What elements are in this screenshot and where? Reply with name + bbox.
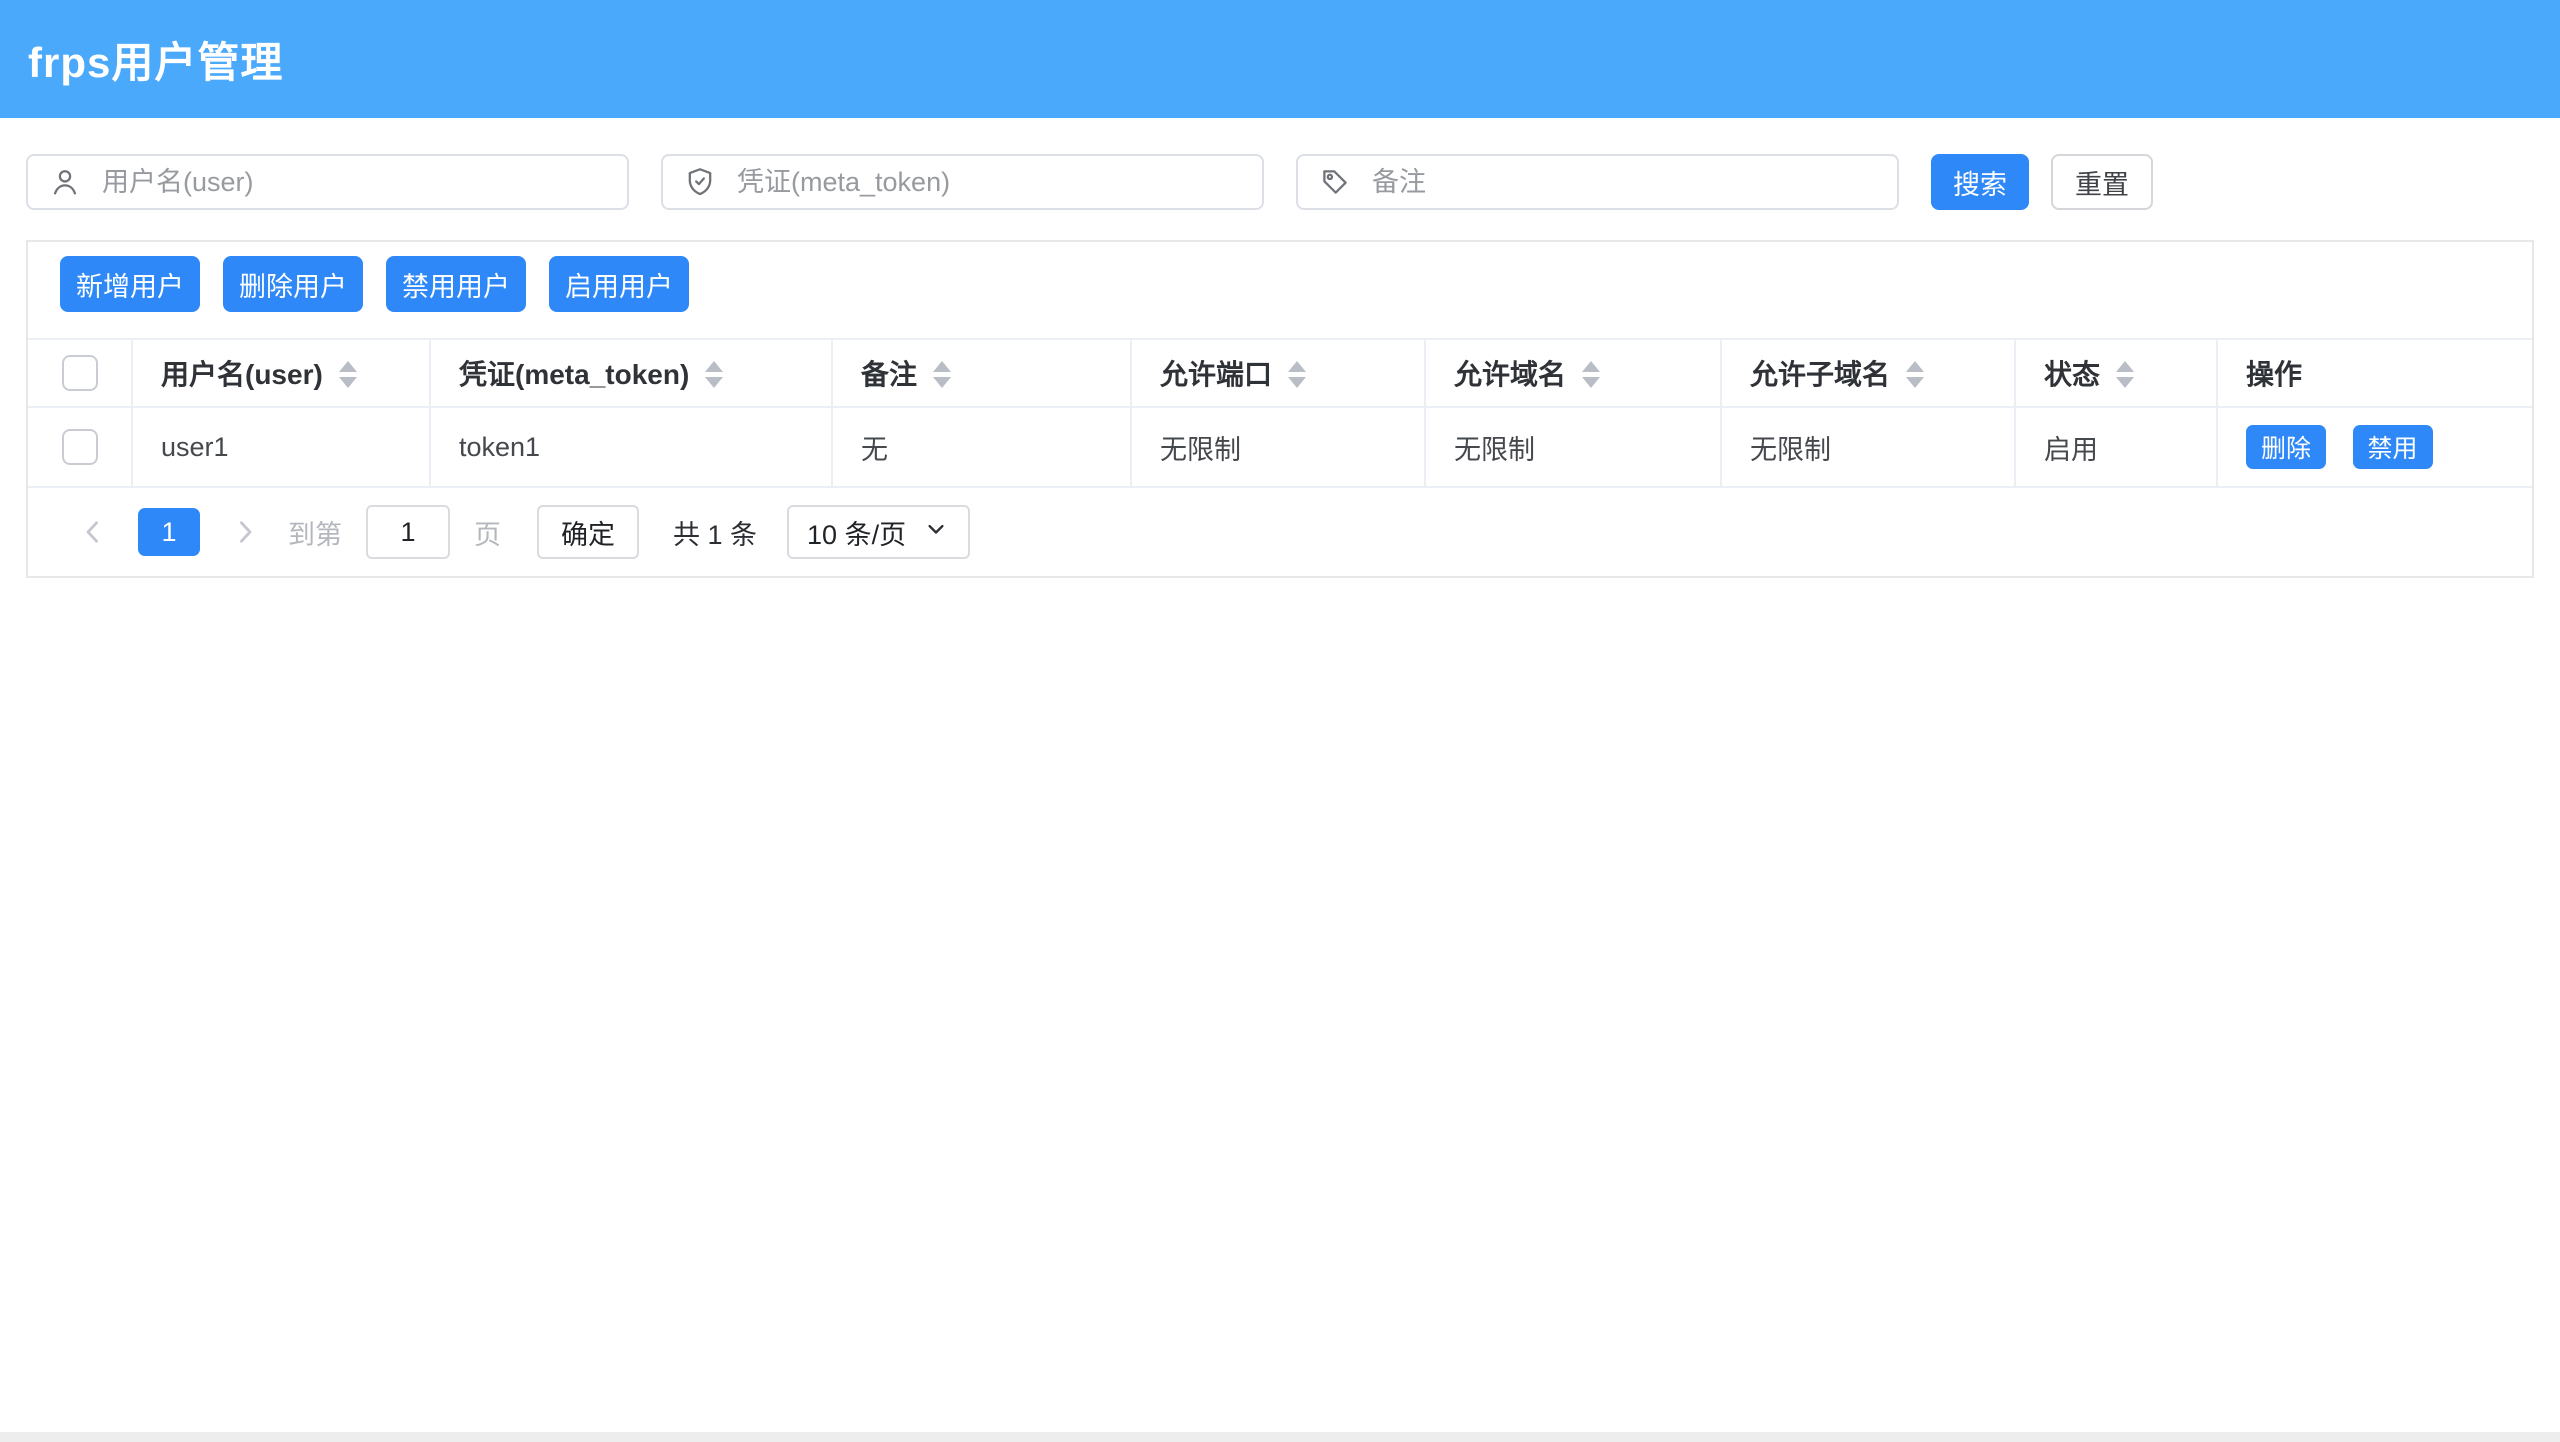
col-header-actions: 操作: [2217, 339, 2532, 407]
page-number-button[interactable]: 1: [138, 508, 200, 556]
row-delete-button[interactable]: 删除: [2246, 425, 2326, 469]
cell-allow-domains: 无限制: [1425, 407, 1721, 487]
col-header-allow-subdomains[interactable]: 允许子域名: [1721, 339, 2015, 407]
prev-page-button[interactable]: [76, 515, 110, 549]
sort-icon[interactable]: [1582, 361, 1600, 388]
goto-prefix-label: 到第: [288, 513, 342, 552]
col-header-username[interactable]: 用户名(user): [132, 339, 430, 407]
sort-icon[interactable]: [1906, 361, 1924, 388]
select-all-checkbox[interactable]: [62, 355, 98, 391]
goto-suffix-label: 页: [474, 513, 501, 552]
row-disable-button[interactable]: 禁用: [2353, 425, 2433, 469]
table-header-row: 用户名(user) 凭证(meta_token) 备注 允许端口 允许域名 允许…: [28, 339, 2532, 407]
cell-allow-subdomains: 无限制: [1721, 407, 2015, 487]
page-size-value: 10 条/页: [807, 513, 906, 552]
page-size-select[interactable]: 10 条/页: [787, 505, 970, 559]
chevron-down-icon: [922, 515, 950, 550]
goto-page-input[interactable]: [366, 505, 450, 559]
cell-remark: 无: [832, 407, 1131, 487]
sort-icon[interactable]: [705, 361, 723, 388]
sort-icon[interactable]: [2116, 361, 2134, 388]
add-user-button[interactable]: 新增用户: [60, 256, 200, 312]
token-field[interactable]: [661, 154, 1264, 210]
users-table: 用户名(user) 凭证(meta_token) 备注 允许端口 允许域名 允许…: [28, 338, 2532, 488]
bottom-strip: [0, 1432, 2560, 1442]
user-icon: [48, 165, 82, 199]
shield-check-icon: [683, 165, 717, 199]
username-input[interactable]: [100, 166, 607, 199]
app-header: frps用户管理: [0, 0, 2560, 118]
remark-field[interactable]: [1296, 154, 1899, 210]
col-header-remark[interactable]: 备注: [832, 339, 1131, 407]
next-page-button[interactable]: [228, 515, 262, 549]
delete-users-button[interactable]: 删除用户: [223, 256, 363, 312]
pagination: 1 到第 页 确定 共 1 条 10 条/页: [28, 488, 2532, 576]
disable-users-button[interactable]: 禁用用户: [386, 256, 526, 312]
total-count-label: 共 1 条: [673, 513, 757, 552]
col-header-allow-domains[interactable]: 允许域名: [1425, 339, 1721, 407]
cell-token: token1: [430, 407, 832, 487]
cell-allow-ports: 无限制: [1131, 407, 1425, 487]
toolbar: 新增用户 删除用户 禁用用户 启用用户: [28, 242, 2532, 312]
sort-icon[interactable]: [1288, 361, 1306, 388]
token-input[interactable]: [735, 166, 1242, 199]
col-header-token[interactable]: 凭证(meta_token): [430, 339, 832, 407]
row-checkbox[interactable]: [62, 429, 98, 465]
table-row: user1 token1 无 无限制 无限制 无限制 启用 删除 禁用: [28, 407, 2532, 487]
search-bar: 搜索 重置: [26, 154, 2534, 210]
search-button[interactable]: 搜索: [1931, 154, 2029, 210]
page-title: frps用户管理: [28, 29, 283, 90]
tag-icon: [1318, 165, 1352, 199]
username-field[interactable]: [26, 154, 629, 210]
cell-username: user1: [132, 407, 430, 487]
remark-input[interactable]: [1370, 166, 1877, 199]
confirm-button[interactable]: 确定: [537, 505, 639, 559]
reset-button[interactable]: 重置: [2051, 154, 2153, 210]
table-panel: 新增用户 删除用户 禁用用户 启用用户 用户名(user): [26, 240, 2534, 578]
col-header-status[interactable]: 状态: [2015, 339, 2217, 407]
sort-icon[interactable]: [933, 361, 951, 388]
col-header-allow-ports[interactable]: 允许端口: [1131, 339, 1425, 407]
enable-users-button[interactable]: 启用用户: [549, 256, 689, 312]
sort-icon[interactable]: [339, 361, 357, 388]
cell-status: 启用: [2015, 407, 2217, 487]
cell-actions: 删除 禁用: [2217, 407, 2532, 487]
